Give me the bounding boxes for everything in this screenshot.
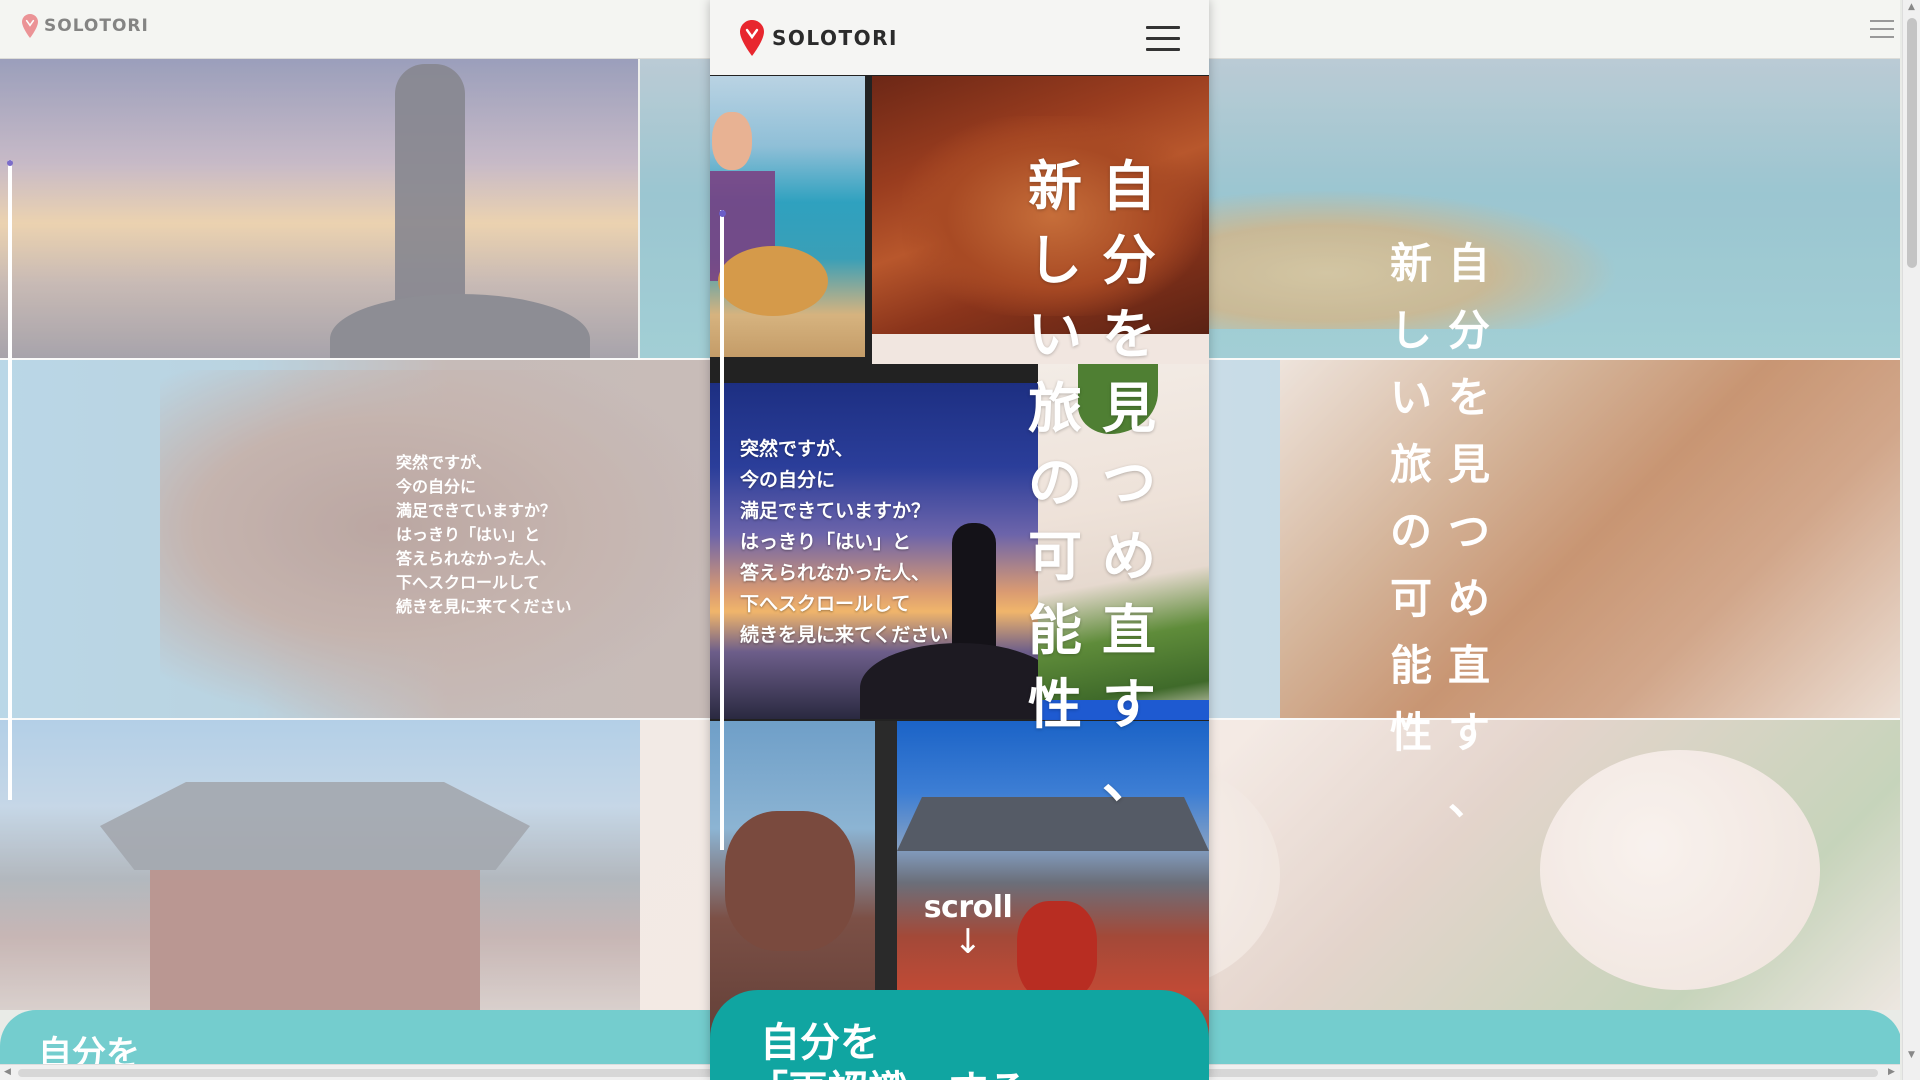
bg-intro-line: 満足できていますか？ (396, 501, 557, 520)
bg-tagline-char: 見 (1448, 440, 1491, 489)
bg-tagline-right-column: 自 分 を 見 つ め 直 す 、 (1448, 230, 1490, 833)
bg-intro-line: はっきり「はい」と (396, 525, 541, 544)
bg-tagline-char: し (1390, 306, 1433, 355)
tagline-char: め (1102, 525, 1156, 588)
tagline-char: 可 (1028, 525, 1082, 588)
scroll-down-icon[interactable]: ▼ (1908, 1050, 1915, 1060)
tagline-char: 新 (1028, 155, 1082, 218)
intro-line: 満足できていますか？ (740, 500, 931, 522)
bg-tagline-char: の (1390, 507, 1433, 556)
bg-tagline-char: つ (1448, 507, 1491, 556)
tagline-char: 自 (1102, 155, 1156, 218)
bg-tagline-char: 分 (1448, 306, 1491, 355)
bg-hamburger-menu-icon[interactable] (1870, 20, 1894, 38)
bg-logo[interactable]: SOLOTORI (22, 14, 149, 38)
tagline-char: を (1102, 303, 1156, 366)
bg-tagline-char: 可 (1390, 574, 1433, 623)
bg-logo-text: SOLOTORI (44, 16, 149, 36)
tagline-char: 、 (1102, 747, 1156, 810)
tagline-char: の (1028, 451, 1082, 514)
site-header: SOLOTORI (710, 0, 1209, 75)
bg-tagline-char: 能 (1390, 641, 1433, 690)
bg-tagline-char: す (1448, 708, 1491, 757)
section-heading-line2: 「再認識」する (748, 1058, 1028, 1080)
tagline-char: い (1028, 303, 1082, 366)
tagline-char: 直 (1102, 599, 1156, 662)
scroll-label: scroll (923, 890, 1013, 925)
tagline-char: し (1028, 229, 1082, 292)
intro-message: 突然ですが、 今の自分に 満足できていますか？ はっきり「はい」と 答えられなか… (740, 434, 948, 651)
bg-intro-line: 下へスクロールして (396, 573, 540, 592)
site-logo[interactable]: SOLOTORI (740, 20, 898, 56)
bg-tagline-char: め (1448, 574, 1491, 623)
intro-line: 今の自分に (740, 469, 836, 491)
scroll-up-icon[interactable]: ▲ (1908, 2, 1915, 12)
bg-tagline-left-column: 新 し い 旅 の 可 能 性 (1390, 230, 1432, 766)
scroll-progress-indicator (719, 210, 726, 850)
bg-tagline-char: い (1390, 373, 1433, 422)
arrow-down-icon: ↓ (953, 922, 983, 962)
scroll-left-icon[interactable]: ◀ (4, 1067, 11, 1077)
bg-intro-line: 突然ですが、 (396, 453, 492, 472)
tagline-left-column: 新 し い 旅 の 可 能 性 (1028, 150, 1082, 742)
tagline-right-column: 自 分 を 見 つ め 直 す 、 (1102, 150, 1156, 816)
scroll-cue[interactable]: scroll ↓ (918, 890, 1018, 959)
bg-tagline-char: 、 (1448, 775, 1491, 824)
intro-line: 突然ですが、 (740, 438, 854, 460)
bg-tagline-char: 旅 (1390, 440, 1433, 489)
map-pin-icon (22, 14, 38, 38)
intro-line: 下へスクロールして (740, 593, 911, 615)
hamburger-menu-icon[interactable] (1146, 26, 1180, 52)
bg-tagline-char: 新 (1390, 239, 1433, 288)
map-pin-icon (740, 20, 764, 56)
bg-intro-line: 今の自分に (396, 477, 477, 496)
bg-scroll-progress (7, 160, 13, 800)
bg-intro-line: 続きを見に来てください (396, 597, 572, 616)
tagline-char: 能 (1028, 599, 1082, 662)
bg-intro-message: 突然ですが、 今の自分に 満足できていますか？ はっきり「はい」と 答えられなか… (396, 451, 572, 619)
bg-intro-line: 答えられなかった人、 (396, 549, 557, 568)
vertical-scroll-thumb[interactable] (1907, 18, 1917, 268)
bg-tagline-char: 直 (1448, 641, 1491, 690)
bg-tagline-char: 自 (1448, 239, 1491, 288)
bg-tagline-char: 性 (1390, 708, 1433, 757)
vertical-scrollbar[interactable]: ▲ ▼ (1902, 0, 1920, 1080)
tagline-char: 分 (1102, 229, 1156, 292)
tagline-char: 旅 (1028, 377, 1082, 440)
tagline-char: 性 (1028, 673, 1082, 736)
photo-guitar-player (710, 76, 865, 357)
site-logo-text: SOLOTORI (772, 26, 898, 50)
section-band: 自分を 「再認識」する (710, 990, 1209, 1080)
bg-tagline-char: を (1448, 373, 1491, 422)
mobile-view: SOLOTORI 突然ですが、 今の自分に 満足できていますか？ はっきり「はい… (710, 0, 1209, 1080)
intro-line: はっきり「はい」と (740, 531, 912, 553)
intro-line: 答えられなかった人、 (740, 562, 931, 584)
tagline-char: つ (1102, 451, 1156, 514)
scroll-right-icon[interactable]: ▶ (1888, 1067, 1895, 1077)
tagline-char: す (1102, 673, 1156, 736)
tagline-char: 見 (1102, 377, 1156, 440)
intro-line: 続きを見に来てください (740, 624, 949, 646)
